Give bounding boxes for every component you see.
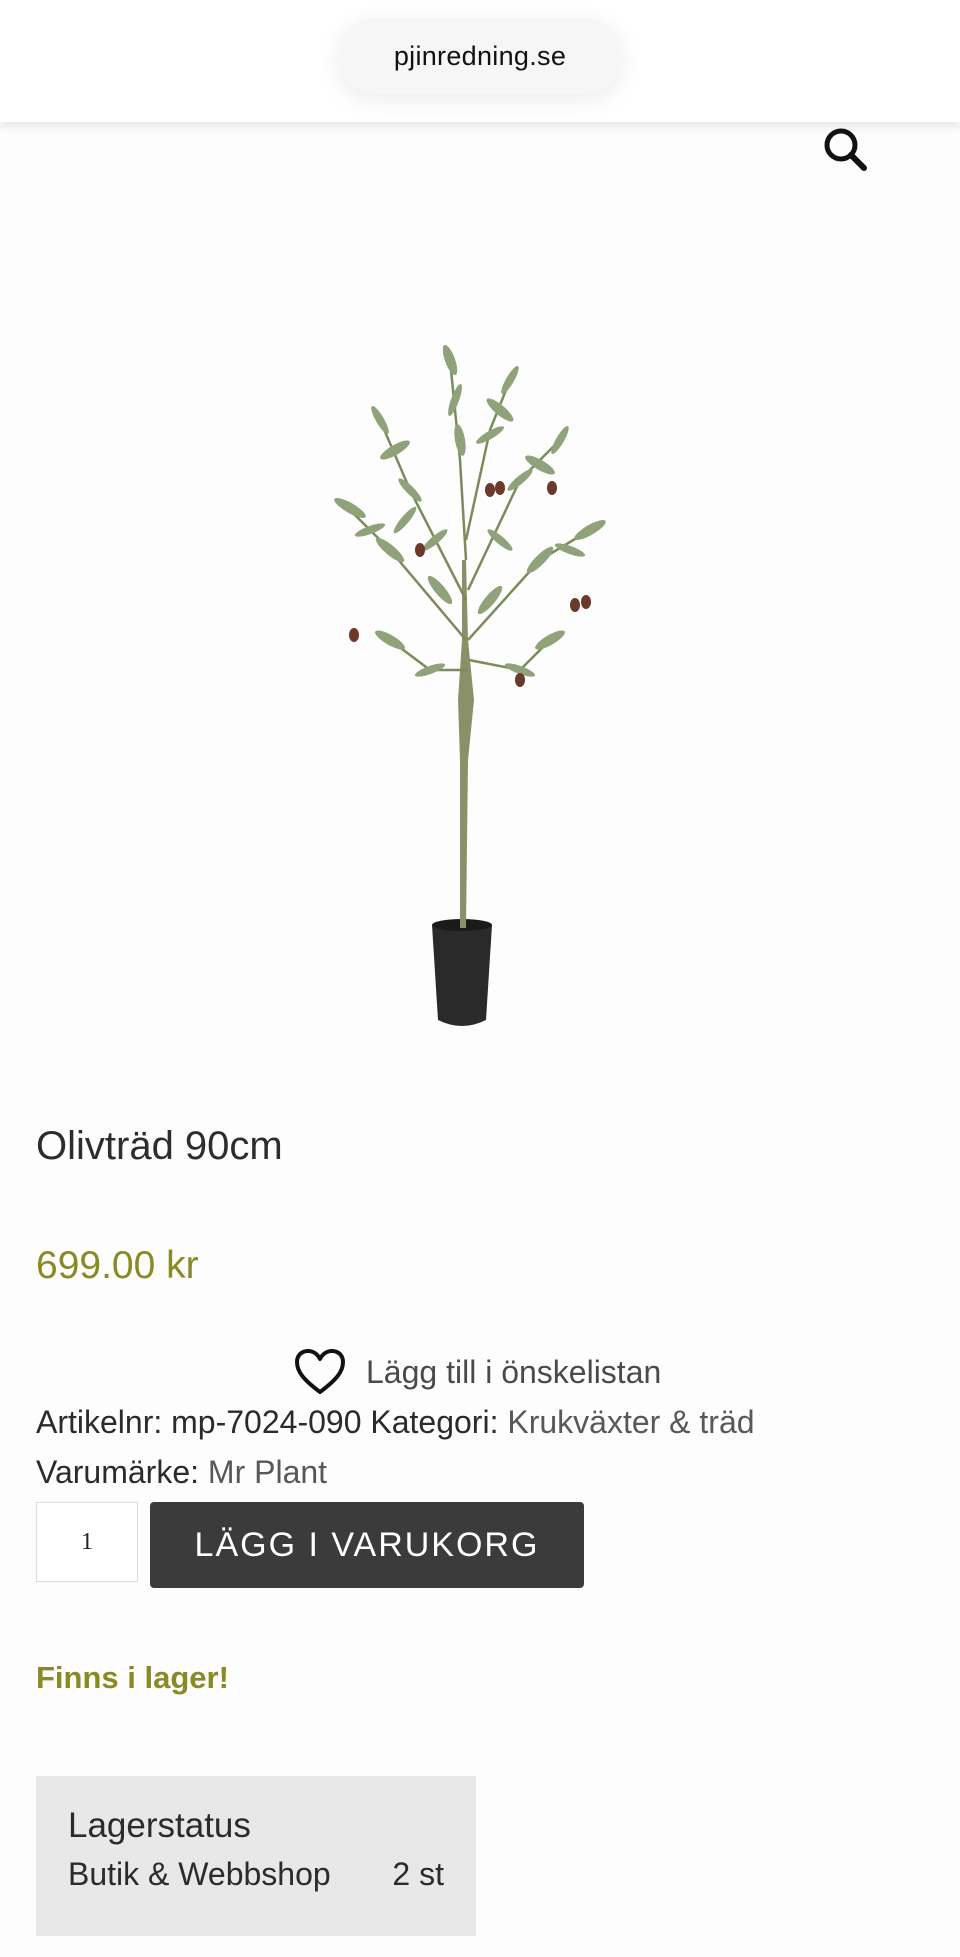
product-title: Olivträd 90cm bbox=[36, 1124, 283, 1168]
category-link[interactable]: Krukväxter & träd bbox=[507, 1404, 754, 1440]
product-image[interactable] bbox=[290, 340, 670, 1040]
product-meta-brand: Varumärke: Mr Plant bbox=[36, 1454, 327, 1491]
search-icon[interactable] bbox=[822, 126, 868, 172]
in-stock-message: Finns i lager! bbox=[36, 1660, 229, 1695]
product-price: 699.00 kr bbox=[36, 1244, 199, 1287]
heart-icon bbox=[295, 1349, 345, 1394]
product-meta-article-category: Artikelnr: mp-7024-090 Kategori: Krukväx… bbox=[36, 1404, 755, 1441]
add-to-cart-button[interactable]: LÄGG I VARUKORG bbox=[150, 1502, 584, 1588]
quantity-input[interactable] bbox=[36, 1502, 138, 1582]
article-label: Artikelnr: bbox=[36, 1404, 163, 1440]
category-label: Kategori: bbox=[370, 1404, 499, 1440]
article-number: mp-7024-090 bbox=[171, 1404, 362, 1440]
browser-top-bar: pjinredning.se bbox=[0, 0, 960, 122]
stock-status-row: Butik & Webbshop 2 st bbox=[68, 1856, 444, 1893]
stock-status-title: Lagerstatus bbox=[68, 1806, 251, 1845]
brand-link[interactable]: Mr Plant bbox=[208, 1454, 327, 1490]
brand-label: Varumärke: bbox=[36, 1454, 200, 1490]
add-to-wishlist-link[interactable]: Lägg till i önskelistan bbox=[294, 1344, 661, 1400]
url-text: pjinredning.se bbox=[393, 40, 567, 71]
stock-status-box: Lagerstatus Butik & Webbshop 2 st bbox=[36, 1776, 476, 1936]
url-bar[interactable]: pjinredning.se bbox=[338, 18, 622, 94]
stock-location: Butik & Webbshop bbox=[68, 1856, 331, 1892]
stock-amount: 2 st bbox=[392, 1856, 444, 1892]
wishlist-label: Lägg till i önskelistan bbox=[366, 1353, 662, 1390]
